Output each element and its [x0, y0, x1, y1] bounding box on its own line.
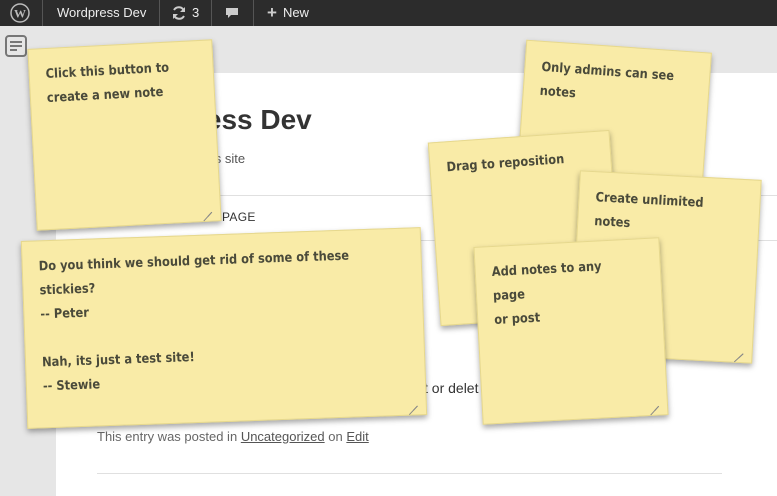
add-note-button[interactable]: [4, 34, 28, 58]
admin-bar: W Wordpress Dev 3 + New: [0, 0, 777, 26]
sticky-note[interactable]: Add notes to any page or post: [473, 237, 669, 425]
resize-handle-icon[interactable]: [408, 396, 418, 406]
new-label: New: [282, 5, 309, 20]
comments-button[interactable]: [224, 0, 240, 26]
post-content-fragment: t or delet: [424, 380, 479, 396]
wordpress-logo-button[interactable]: W: [10, 0, 34, 26]
divider: [97, 473, 722, 474]
sticky-note-text: Add notes to any page or post: [491, 259, 602, 328]
sticky-note-text: Drag to reposition: [446, 152, 565, 176]
posted-prefix: This entry was posted in: [97, 429, 238, 444]
updates-button[interactable]: 3: [171, 0, 199, 26]
sticky-note-text: Create unlimited notes: [593, 190, 704, 232]
sticky-note-text: Click this button to create a new note: [45, 60, 170, 106]
wordpress-logo-icon: W: [10, 3, 30, 23]
updates-count: 3: [192, 5, 200, 20]
comment-icon: [226, 8, 238, 18]
site-name-link[interactable]: Wordpress Dev: [57, 0, 146, 26]
nav-page-link[interactable]: PAGE: [222, 210, 256, 224]
post-meta: This entry was posted in Uncategorized o…: [97, 429, 369, 444]
posted-on: on: [328, 429, 343, 444]
plus-icon: +: [267, 3, 277, 22]
category-link[interactable]: Uncategorized: [241, 429, 325, 444]
sticky-note[interactable]: Do you think we should get rid of some o…: [20, 227, 428, 429]
sticky-note[interactable]: Click this button to create a new note: [27, 39, 222, 231]
sticky-note-text: Only admins can see notes: [539, 59, 675, 102]
updates-icon: [173, 6, 185, 20]
svg-text:W: W: [14, 7, 26, 21]
resize-handle-icon[interactable]: [734, 344, 745, 355]
new-content-button[interactable]: + New: [267, 0, 309, 26]
sticky-note-text: Do you think we should get rid of some o…: [38, 248, 350, 395]
edit-link[interactable]: Edit: [346, 429, 368, 444]
resize-handle-icon[interactable]: [649, 397, 660, 408]
note-icon: [5, 35, 27, 57]
resize-handle-icon[interactable]: [202, 203, 213, 214]
site-name-label: Wordpress Dev: [57, 5, 147, 20]
